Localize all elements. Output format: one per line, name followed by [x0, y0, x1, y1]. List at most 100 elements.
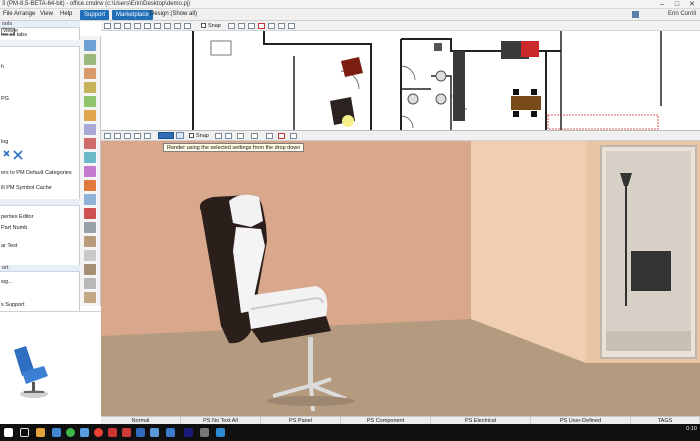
tools-header[interactable]: ools: [0, 21, 80, 28]
help-icon[interactable]: [290, 133, 297, 139]
file-explorer-icon[interactable]: [36, 428, 45, 437]
whatsapp-icon[interactable]: [66, 428, 75, 437]
panel-item-log[interactable]: log: [1, 139, 8, 145]
zoom-in-icon[interactable]: [114, 23, 121, 29]
minimize-button[interactable]: –: [655, 0, 669, 9]
app-icon-13[interactable]: [200, 428, 209, 437]
redraw-icon[interactable]: [174, 23, 181, 29]
measure-icon[interactable]: [237, 133, 244, 139]
part-number-item[interactable]: Part Numb: [1, 225, 27, 231]
tool-icon-plan-a[interactable]: [288, 23, 295, 29]
dwg-item[interactable]: wg...: [1, 279, 13, 285]
zoom-fit-icon[interactable]: [134, 133, 141, 139]
tool-icon-3[interactable]: [84, 68, 96, 79]
tool-icon-13[interactable]: [84, 208, 96, 219]
zoom-in-icon[interactable]: [114, 133, 121, 139]
render-tooltip: Render using the selected settings from …: [163, 143, 305, 152]
check-icon[interactable]: [238, 23, 245, 29]
plan-view[interactable]: Snap: [101, 21, 700, 131]
zoom-fit-icon[interactable]: [134, 23, 141, 29]
tool-icon-2[interactable]: [84, 54, 96, 65]
draw-line-icon[interactable]: [215, 133, 222, 139]
tool-icon-11[interactable]: [84, 180, 96, 191]
design-dropdown[interactable]: Design (Show all): [150, 11, 197, 17]
menu-help[interactable]: Help: [60, 11, 72, 17]
show-all-tabs-label[interactable]: ow all tabs: [1, 32, 27, 38]
menu-arrange[interactable]: Arrange: [14, 11, 35, 17]
tool-icon-7[interactable]: [84, 124, 96, 135]
zoom-previous-icon[interactable]: [164, 23, 171, 29]
tool-icon-4[interactable]: [84, 82, 96, 93]
pan-icon[interactable]: [144, 23, 151, 29]
tool-icon-render-a[interactable]: [266, 133, 273, 139]
windows-start-icon[interactable]: [4, 428, 13, 437]
arrows-icon[interactable]: [2, 149, 24, 163]
zoom-out-icon[interactable]: [124, 133, 131, 139]
tool-icon-8[interactable]: [84, 138, 96, 149]
draw-line-icon[interactable]: [228, 23, 235, 29]
render-view[interactable]: Snap Render using the selected settings …: [101, 131, 700, 416]
app-icon-7[interactable]: [108, 428, 117, 437]
help-icon[interactable]: [278, 23, 285, 29]
taskbar: 0:10: [0, 424, 700, 441]
render-button[interactable]: [176, 132, 184, 139]
support-item[interactable]: x Support: [1, 302, 25, 308]
measure-icon[interactable]: [248, 23, 255, 29]
select-icon[interactable]: [104, 133, 111, 139]
render-dropdown[interactable]: [158, 132, 174, 139]
options-icon[interactable]: [251, 133, 258, 139]
support-button[interactable]: Support: [80, 10, 110, 20]
app-icon-8[interactable]: [122, 428, 131, 437]
tool-icon-14[interactable]: [84, 222, 96, 233]
maximize-button[interactable]: □: [670, 0, 684, 9]
tool-icon-5[interactable]: [84, 96, 96, 107]
export-header[interactable]: ort: [0, 265, 80, 272]
close-button[interactable]: ✕: [685, 0, 699, 9]
tool-icon-6[interactable]: [84, 110, 96, 121]
pm-default-categories[interactable]: ers to PM Default Categories: [1, 170, 72, 176]
zoom-window-icon[interactable]: [154, 23, 161, 29]
app-icon-9[interactable]: [136, 428, 145, 437]
panel-item-pg[interactable]: PG: [1, 96, 9, 102]
tool-icon-18[interactable]: [84, 278, 96, 289]
snap-checkbox[interactable]: [201, 23, 206, 28]
menu-file[interactable]: File: [3, 11, 13, 17]
menu-view[interactable]: View: [40, 11, 53, 17]
tool-icon-17[interactable]: [84, 264, 96, 275]
tool-icon-15[interactable]: [84, 236, 96, 247]
user-name[interactable]: Erin Corrill: [668, 11, 696, 17]
app-icon-11[interactable]: [166, 428, 175, 437]
tool-icon-16[interactable]: [84, 250, 96, 261]
photoshop-icon[interactable]: [184, 428, 193, 437]
pm-symbol-cache[interactable]: ill PM Symbol Cache: [1, 185, 52, 191]
options-icon[interactable]: [268, 23, 275, 29]
clock[interactable]: 0:10: [686, 426, 697, 432]
panel-item-h[interactable]: h: [1, 64, 4, 70]
plan-toolbar: Snap: [101, 21, 700, 31]
tool-icon-9[interactable]: [84, 152, 96, 163]
tool-icon-1[interactable]: [84, 40, 96, 51]
left-panel: ools Viewer ow all tabs h PG log ers to …: [0, 21, 80, 311]
tool-icon-12[interactable]: [84, 194, 96, 205]
tool-icon-10[interactable]: [84, 166, 96, 177]
floor-plan-drawing: [101, 31, 700, 130]
pan-icon[interactable]: [144, 133, 151, 139]
select-icon[interactable]: [104, 23, 111, 29]
delete-icon[interactable]: [278, 133, 285, 139]
chrome-icon[interactable]: [94, 428, 103, 437]
zoom-out-icon[interactable]: [124, 23, 131, 29]
task-view-icon[interactable]: [20, 428, 29, 437]
snap-checkbox[interactable]: [189, 133, 194, 138]
title-bar: 3 (PM-8.5-BETA-64-bit) - office.cmdrw (c…: [0, 0, 700, 9]
app-icon-10[interactable]: [150, 428, 159, 437]
marketplace-button[interactable]: Marketplace: [112, 10, 153, 20]
tool-icon-19[interactable]: [84, 292, 96, 303]
check-icon[interactable]: [225, 133, 232, 139]
properties-editor[interactable]: perties Editor: [1, 214, 33, 220]
app-icon-14[interactable]: [216, 428, 225, 437]
delete-icon[interactable]: [258, 23, 265, 29]
app-icon-5[interactable]: [80, 428, 89, 437]
view-icon[interactable]: [184, 23, 191, 29]
mail-icon[interactable]: [52, 428, 61, 437]
clear-text-item[interactable]: ar Text: [1, 243, 17, 249]
